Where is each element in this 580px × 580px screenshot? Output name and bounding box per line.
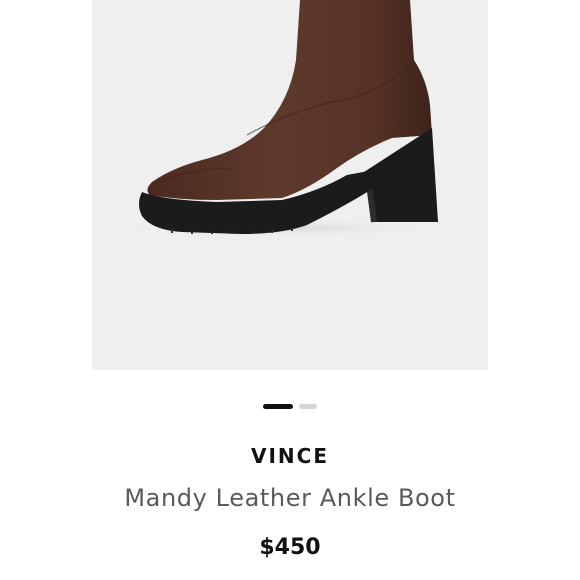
carousel-dot-active[interactable]: [263, 404, 293, 409]
product-price: $450: [259, 535, 321, 560]
carousel-dot[interactable]: [299, 404, 317, 409]
product-image[interactable]: [92, 0, 488, 370]
ankle-boot-image: [117, 0, 447, 238]
product-brand: VINCE: [251, 444, 329, 468]
product-title: Mandy Leather Ankle Boot: [124, 484, 456, 512]
carousel-indicator: [0, 404, 580, 412]
